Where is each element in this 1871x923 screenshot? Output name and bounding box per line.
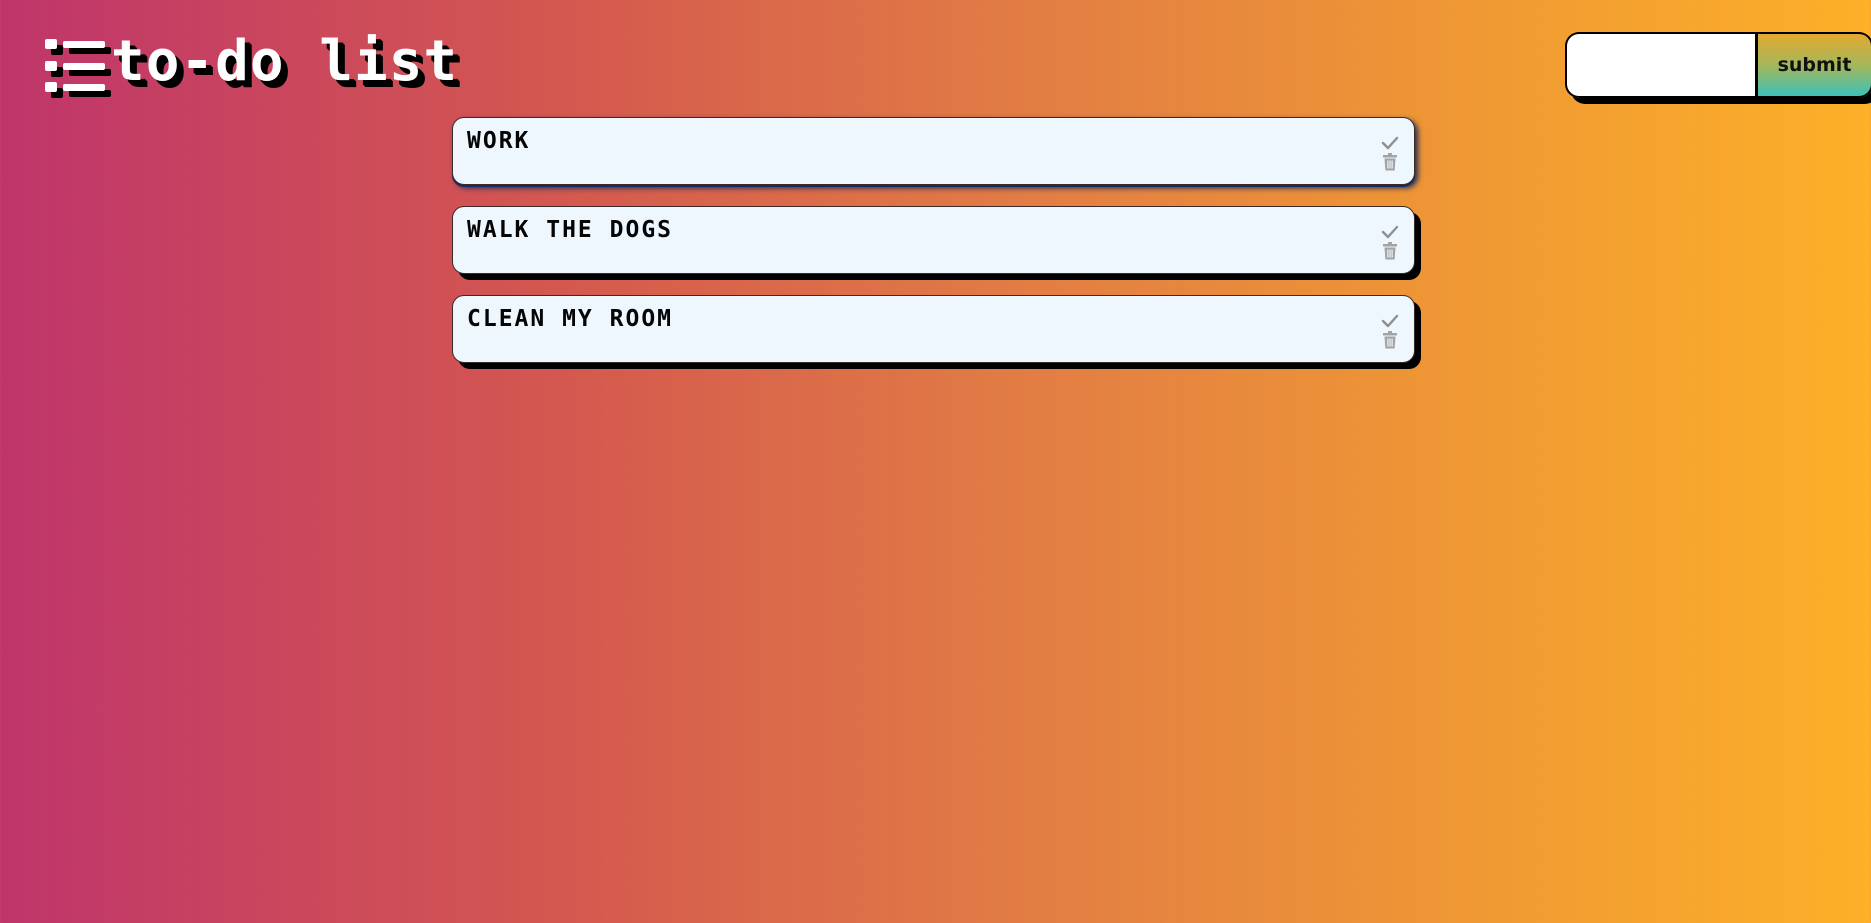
check-icon[interactable] xyxy=(1380,312,1400,330)
check-icon[interactable] xyxy=(1380,223,1400,241)
todo-item: CLEAN MY ROOM xyxy=(452,295,1415,363)
todo-text: CLEAN MY ROOM xyxy=(467,306,674,332)
trash-icon[interactable] xyxy=(1380,242,1400,260)
todo-text: WORK xyxy=(467,128,531,154)
check-icon[interactable] xyxy=(1380,134,1400,152)
submit-button[interactable]: submit xyxy=(1755,32,1871,98)
todo-actions xyxy=(1380,312,1400,349)
todo-list: WORK WALK THE DOGS CLEAN MY ROOM xyxy=(452,117,1415,384)
page-title: to-do list xyxy=(111,29,459,94)
todo-input[interactable] xyxy=(1565,32,1755,98)
todo-text: WALK THE DOGS xyxy=(467,217,674,243)
todo-actions xyxy=(1380,223,1400,260)
add-todo-form: submit xyxy=(1565,32,1871,98)
todo-item: WALK THE DOGS xyxy=(452,206,1415,274)
app-logo: to-do list xyxy=(43,32,458,96)
trash-icon[interactable] xyxy=(1380,153,1400,171)
list-icon xyxy=(43,36,111,96)
trash-icon[interactable] xyxy=(1380,331,1400,349)
todo-item: WORK xyxy=(452,117,1415,185)
todo-actions xyxy=(1380,134,1400,171)
